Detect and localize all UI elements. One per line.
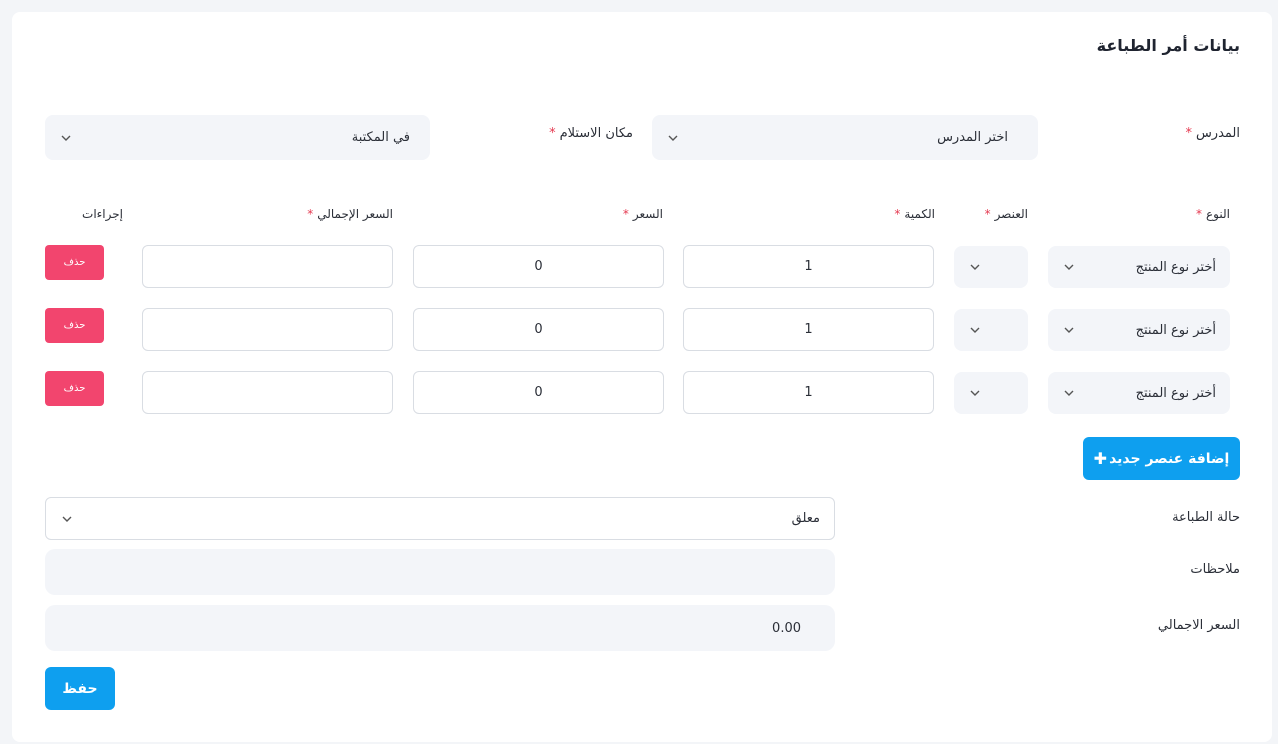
row-3-price-input[interactable]: 0	[413, 371, 664, 414]
column-header-actions: إجراءات	[82, 207, 123, 221]
row-2-quantity-input[interactable]: 1	[683, 308, 934, 351]
chevron-down-icon	[968, 260, 982, 274]
pickup-select-value: في المكتبة	[351, 130, 410, 145]
row-3-type-value: أختر نوع المنتج	[1135, 385, 1216, 401]
row-1-total-input[interactable]	[142, 245, 393, 288]
chevron-down-icon	[1062, 260, 1076, 274]
chevron-down-icon	[968, 323, 982, 337]
add-item-label: إضافة عنصر جديد	[1109, 450, 1230, 467]
row-1-quantity-input[interactable]: 1	[683, 245, 934, 288]
row-1-delete-button[interactable]: حذف	[45, 245, 104, 280]
row-1-price-input[interactable]: 0	[413, 245, 664, 288]
plus-icon: ✚	[1093, 449, 1108, 468]
total-price-field: 0.00	[45, 605, 835, 651]
chevron-down-icon	[60, 512, 74, 526]
chevron-down-icon	[1062, 386, 1076, 400]
row-3-quantity-input[interactable]: 1	[683, 371, 934, 414]
row-1-type-value: أختر نوع المنتج	[1135, 259, 1216, 275]
notes-field[interactable]	[45, 549, 835, 595]
column-header-type: النوع*	[1196, 207, 1230, 221]
column-header-price: السعر*	[622, 207, 663, 221]
pickup-select[interactable]: في المكتبة	[45, 115, 430, 160]
row-2-type-value: أختر نوع المنتج	[1135, 322, 1216, 338]
row-2-item-select[interactable]	[954, 309, 1028, 351]
add-item-button[interactable]: إضافة عنصر جديد ✚	[1083, 437, 1240, 480]
row-3-total-input[interactable]	[142, 371, 393, 414]
chevron-down-icon	[1062, 323, 1076, 337]
teacher-label: المدرس*	[1185, 126, 1240, 141]
row-1-item-select[interactable]	[954, 246, 1028, 288]
chevron-down-icon	[59, 131, 73, 145]
page-title: بيانات أمر الطباعة	[1096, 36, 1240, 55]
row-3-delete-button[interactable]: حذف	[45, 371, 104, 406]
row-1-type-select[interactable]: أختر نوع المنتج	[1048, 246, 1230, 288]
print-status-select[interactable]: معلق	[45, 497, 835, 540]
column-header-item: العنصر*	[984, 207, 1028, 221]
row-3-item-select[interactable]	[954, 372, 1028, 414]
save-button[interactable]: حفظ	[45, 667, 115, 710]
teacher-select[interactable]: اختر المدرس	[652, 115, 1038, 160]
row-3-type-select[interactable]: أختر نوع المنتج	[1048, 372, 1230, 414]
row-2-price-input[interactable]: 0	[413, 308, 664, 351]
teacher-select-value: اختر المدرس	[937, 130, 1008, 145]
print-status-label: حالة الطباعة	[1172, 510, 1240, 525]
row-2-total-input[interactable]	[142, 308, 393, 351]
chevron-down-icon	[968, 386, 982, 400]
chevron-down-icon	[666, 131, 680, 145]
row-2-type-select[interactable]: أختر نوع المنتج	[1048, 309, 1230, 351]
column-header-quantity: الكمية*	[894, 207, 935, 221]
column-header-total: السعر الإجمالي*	[307, 207, 393, 221]
notes-label: ملاحظات	[1190, 562, 1240, 577]
print-status-value: معلق	[791, 511, 820, 526]
row-2-delete-button[interactable]: حذف	[45, 308, 104, 343]
pickup-label: مكان الاستلام*	[549, 126, 633, 141]
total-price-label: السعر الاجمالي	[1157, 618, 1240, 633]
